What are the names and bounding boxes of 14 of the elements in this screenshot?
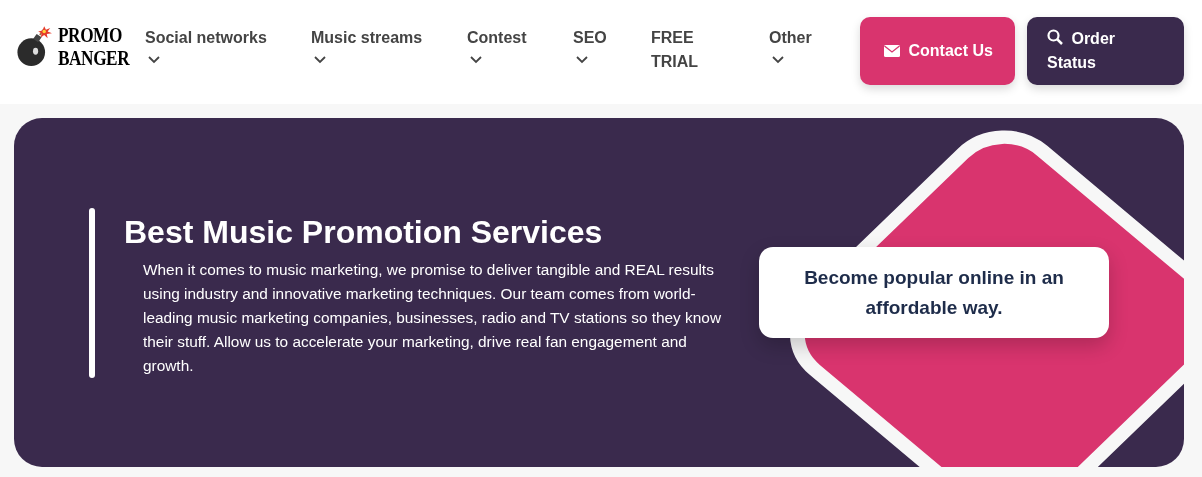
hero-title: Best Music Promotion Services (124, 213, 604, 252)
search-icon (1047, 29, 1063, 45)
nav-link[interactable]: Other (769, 17, 849, 74)
contact-button[interactable]: Contact Us (860, 17, 1015, 85)
nav-link[interactable]: FREE TRIAL (651, 17, 707, 74)
callout-text: Become popular online in an affordable way. (803, 265, 1065, 320)
logo-text: PROMO BANGER (58, 24, 130, 70)
envelope-icon (884, 45, 900, 57)
nav-link[interactable]: Social networks (145, 17, 311, 74)
nav-link[interactable]: Music streams (311, 17, 467, 74)
hero-paragraph: When it comes to music marketing, we promise to deliver tangible and REAL results using industry and innovative marketing techniques. Our team comes from world-leading music marketing companies, businesses, radio and TV stations so they know their stuff. Allow us to accelerate your marketing, drive real fan engagement and growth. (143, 260, 723, 376)
nav-link[interactable]: Contest (467, 17, 573, 74)
nav-link[interactable]: SEO (573, 17, 651, 74)
order-status-button[interactable]: Order Status (1027, 17, 1184, 85)
